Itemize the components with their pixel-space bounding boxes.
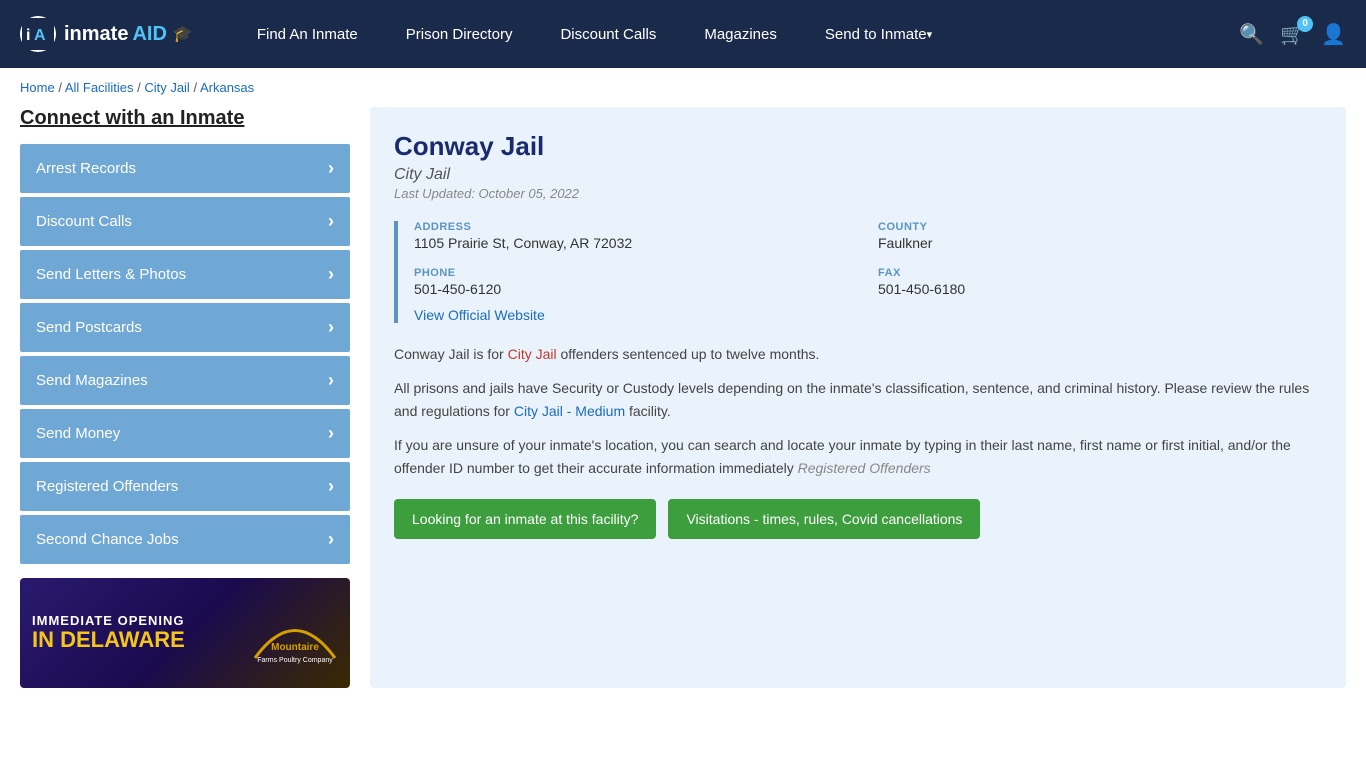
address-label: ADDRESS <box>414 221 858 233</box>
cart-icon[interactable]: 🛒 0 <box>1280 22 1305 47</box>
sidebar-label-send-letters: Send Letters & Photos <box>36 266 186 283</box>
logo-brand: inmate AID 🎓 <box>64 23 193 46</box>
desc1-rest: offenders sentenced up to twelve months. <box>557 346 820 362</box>
sidebar-title: Connect with an Inmate <box>20 107 350 130</box>
desc1-text: Conway Jail is for <box>394 346 508 362</box>
desc1-city-jail-link[interactable]: City Jail <box>508 346 557 362</box>
sidebar-label-send-money: Send Money <box>36 425 120 442</box>
website-link[interactable]: View Official Website <box>414 307 545 323</box>
svg-text:i: i <box>26 27 30 44</box>
chevron-right-icon-3: › <box>328 317 334 338</box>
ad-mountain-logo: Mountaire Farms Poultry Company <box>250 598 340 668</box>
sidebar-label-discount-calls: Discount Calls <box>36 213 132 230</box>
county-block: COUNTY Faulkner <box>878 221 1322 251</box>
desc3-registered-link[interactable]: Registered Offenders <box>798 460 931 476</box>
logo-area: i A inmate AID 🎓 <box>20 16 193 52</box>
logo-icon: i A <box>20 16 56 52</box>
svg-text:Mountaire: Mountaire <box>271 642 319 653</box>
nav-find-inmate[interactable]: Find An Inmate <box>233 0 382 68</box>
phone-block: PHONE 501-450-6120 <box>414 267 858 297</box>
sidebar-item-send-letters[interactable]: Send Letters & Photos › <box>20 250 350 299</box>
sidebar-label-send-magazines: Send Magazines <box>36 372 148 389</box>
search-icon[interactable]: 🔍 <box>1239 22 1264 47</box>
sidebar-item-registered-offenders[interactable]: Registered Offenders › <box>20 462 350 511</box>
logo-hat-icon: 🎓 <box>173 24 193 44</box>
ad-line1: IMMEDIATE OPENING <box>32 613 185 628</box>
ad-line2: IN DELAWARE <box>32 628 185 652</box>
main-content: Connect with an Inmate Arrest Records › … <box>0 107 1366 708</box>
phone-label: PHONE <box>414 267 858 279</box>
header-icons: 🔍 🛒 0 👤 <box>1239 22 1346 47</box>
sidebar-item-send-magazines[interactable]: Send Magazines › <box>20 356 350 405</box>
logo-inmate: inmate <box>64 23 128 46</box>
find-inmate-button[interactable]: Looking for an inmate at this facility? <box>394 499 656 539</box>
address-block: ADDRESS 1105 Prairie St, Conway, AR 7203… <box>414 221 858 251</box>
breadcrumb-home[interactable]: Home <box>20 80 55 95</box>
info-grid: ADDRESS 1105 Prairie St, Conway, AR 7203… <box>414 221 1322 297</box>
sidebar-label-send-postcards: Send Postcards <box>36 319 142 336</box>
address-value: 1105 Prairie St, Conway, AR 72032 <box>414 235 858 251</box>
breadcrumb-city-jail[interactable]: City Jail <box>144 80 190 95</box>
phone-value: 501-450-6120 <box>414 281 858 297</box>
county-value: Faulkner <box>878 235 1322 251</box>
sidebar-item-send-money[interactable]: Send Money › <box>20 409 350 458</box>
ad-text: IMMEDIATE OPENING IN DELAWARE <box>32 613 185 652</box>
nav-prison-directory[interactable]: Prison Directory <box>382 0 537 68</box>
cart-badge: 0 <box>1297 16 1313 32</box>
description-3: If you are unsure of your inmate's locat… <box>394 434 1322 479</box>
sidebar-label-second-chance-jobs: Second Chance Jobs <box>36 531 179 548</box>
chevron-right-icon-4: › <box>328 370 334 391</box>
facility-name: Conway Jail <box>394 131 1322 162</box>
sidebar-item-arrest-records[interactable]: Arrest Records › <box>20 144 350 193</box>
sidebar-item-discount-calls[interactable]: Discount Calls › <box>20 197 350 246</box>
info-section: ADDRESS 1105 Prairie St, Conway, AR 7203… <box>394 221 1322 323</box>
sidebar-item-second-chance-jobs[interactable]: Second Chance Jobs › <box>20 515 350 564</box>
chevron-right-icon-1: › <box>328 211 334 232</box>
nav-send-to-inmate[interactable]: Send to Inmate <box>801 0 956 68</box>
description-2: All prisons and jails have Security or C… <box>394 377 1322 422</box>
fax-value: 501-450-6180 <box>878 281 1322 297</box>
facility-updated: Last Updated: October 05, 2022 <box>394 186 1322 201</box>
sidebar-item-send-postcards[interactable]: Send Postcards › <box>20 303 350 352</box>
chevron-right-icon-2: › <box>328 264 334 285</box>
facility-content: Conway Jail City Jail Last Updated: Octo… <box>370 107 1346 688</box>
chevron-right-icon-7: › <box>328 529 334 550</box>
svg-text:Farms Poultry Company: Farms Poultry Company <box>257 657 333 664</box>
logo-aid: AID <box>132 23 166 46</box>
visitations-button[interactable]: Visitations - times, rules, Covid cancel… <box>668 499 980 539</box>
sidebar-menu: Arrest Records › Discount Calls › Send L… <box>20 144 350 564</box>
ad-banner[interactable]: IMMEDIATE OPENING IN DELAWARE Mountaire … <box>20 578 350 688</box>
desc2-medium-link[interactable]: City Jail - Medium <box>514 403 625 419</box>
action-buttons: Looking for an inmate at this facility? … <box>394 499 1322 539</box>
desc2-rest: facility. <box>625 403 671 419</box>
description-1: Conway Jail is for City Jail offenders s… <box>394 343 1322 365</box>
user-icon[interactable]: 👤 <box>1321 22 1346 47</box>
svg-text:A: A <box>34 27 46 44</box>
chevron-right-icon-6: › <box>328 476 334 497</box>
sidebar-label-registered-offenders: Registered Offenders <box>36 478 178 495</box>
breadcrumb-all-facilities[interactable]: All Facilities <box>65 80 134 95</box>
chevron-right-icon-5: › <box>328 423 334 444</box>
fax-block: FAX 501-450-6180 <box>878 267 1322 297</box>
fax-label: FAX <box>878 267 1322 279</box>
header: i A inmate AID 🎓 Find An Inmate Prison D… <box>0 0 1366 68</box>
facility-type: City Jail <box>394 166 1322 184</box>
county-label: COUNTY <box>878 221 1322 233</box>
chevron-right-icon-0: › <box>328 158 334 179</box>
nav-discount-calls[interactable]: Discount Calls <box>536 0 680 68</box>
breadcrumb: Home / All Facilities / City Jail / Arka… <box>0 68 1366 107</box>
main-nav: Find An Inmate Prison Directory Discount… <box>233 0 1239 68</box>
breadcrumb-arkansas[interactable]: Arkansas <box>200 80 254 95</box>
nav-magazines[interactable]: Magazines <box>680 0 801 68</box>
sidebar-label-arrest-records: Arrest Records <box>36 160 136 177</box>
sidebar: Connect with an Inmate Arrest Records › … <box>20 107 350 688</box>
ad-logo-area: Mountaire Farms Poultry Company <box>250 598 340 668</box>
